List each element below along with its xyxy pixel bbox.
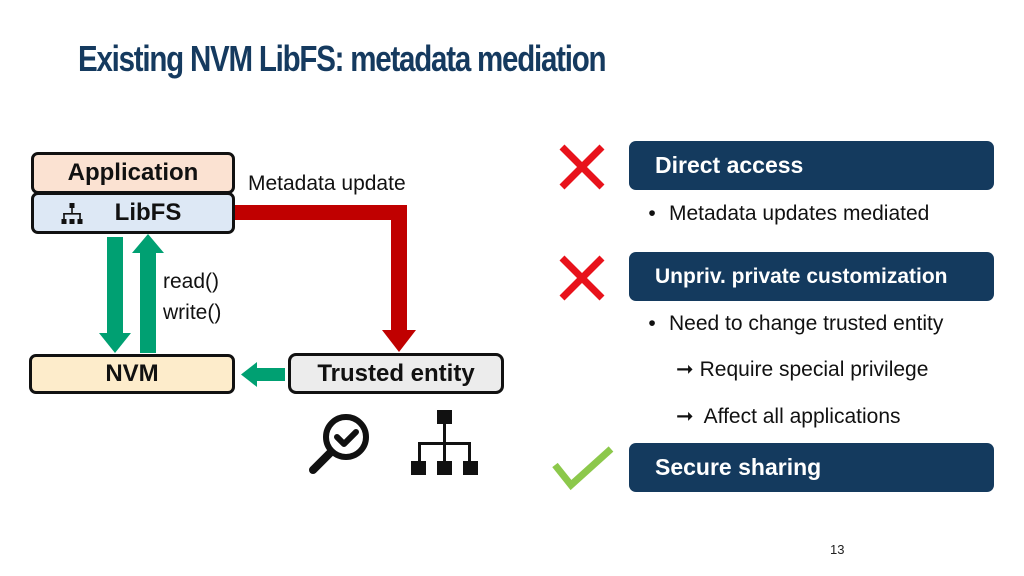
right-arrow-icon: ➞ xyxy=(676,405,694,428)
read-label: read() xyxy=(163,270,220,293)
property-heading: Secure sharing xyxy=(655,454,822,480)
property-card-direct-access: Direct access xyxy=(629,141,994,190)
libfs-label: LibFS xyxy=(114,199,182,226)
application-box: Application xyxy=(31,152,235,194)
property-card-secure-sharing: Secure sharing xyxy=(629,443,994,492)
red-x-icon xyxy=(559,144,605,190)
trusted-entity-label: Trusted entity xyxy=(317,359,475,387)
bullet-dot: • xyxy=(648,312,656,335)
sub-point-item: ➞ Require special privilege xyxy=(676,357,928,382)
bullet-text: Need to change trusted entity xyxy=(669,312,944,335)
property-heading: Unpriv. private customization xyxy=(655,264,948,288)
hierarchy-icon xyxy=(411,410,478,475)
page-number: 13 xyxy=(830,542,845,557)
magnifier-check-icon xyxy=(309,414,369,474)
libfs-box: LibFS xyxy=(31,192,235,234)
metadata-update-arrow xyxy=(235,205,416,352)
bullet-item: • Need to change trusted entity xyxy=(643,312,943,336)
sub-point-text: Affect all applications xyxy=(703,405,901,428)
trusted-to-nvm-arrow xyxy=(241,362,285,387)
right-arrow-icon: ➞ xyxy=(676,358,694,381)
application-label: Application xyxy=(67,159,199,186)
bullet-text: Metadata updates mediated xyxy=(669,202,930,225)
trusted-entity-box: Trusted entity xyxy=(288,353,504,394)
sub-point-item: ➞ Affect all applications xyxy=(676,404,901,429)
property-card-unpriv-customization: Unpriv. private customization xyxy=(629,252,994,301)
green-check-icon xyxy=(552,446,614,491)
bullet-dot: • xyxy=(648,202,656,225)
write-down-arrow xyxy=(99,237,131,353)
hierarchy-icon xyxy=(61,203,83,224)
read-write-labels: read() write() xyxy=(163,266,221,328)
read-up-arrow xyxy=(132,234,164,353)
nvm-label: NVM xyxy=(105,360,159,387)
metadata-update-label: Metadata update xyxy=(248,172,406,195)
red-x-icon xyxy=(559,255,605,301)
bullet-item: • Metadata updates mediated xyxy=(643,202,929,226)
property-heading: Direct access xyxy=(655,152,804,178)
sub-point-text: Require special privilege xyxy=(699,358,929,381)
write-label: write() xyxy=(163,301,222,324)
nvm-box: NVM xyxy=(29,354,235,394)
